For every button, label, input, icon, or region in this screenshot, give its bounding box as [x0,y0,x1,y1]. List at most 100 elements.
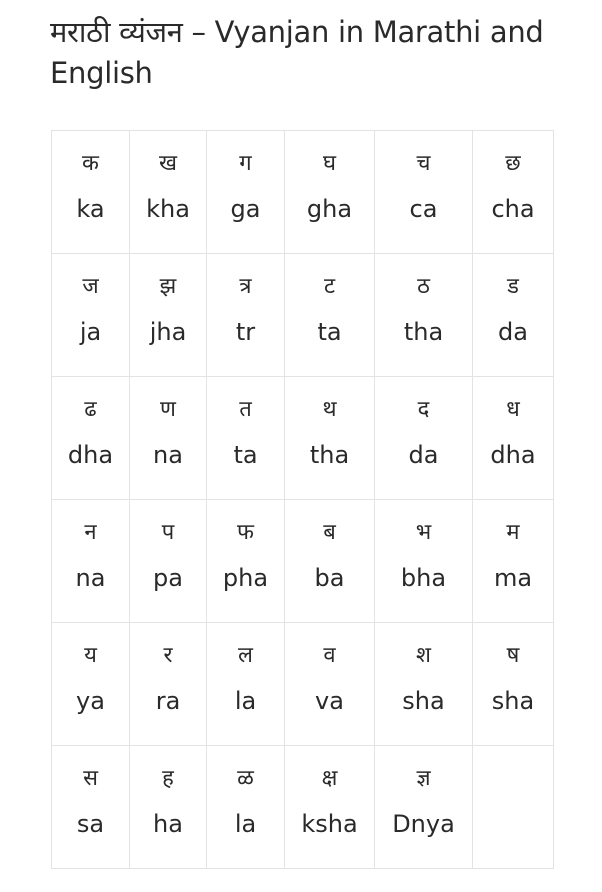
latin-transliteration: Dnya [392,810,455,838]
latin-transliteration: ka [76,195,105,223]
consonant-cell: क ka [51,130,130,254]
devanagari-letter: ग [239,151,252,176]
devanagari-letter: त [239,397,252,422]
consonant-cell: र ra [129,622,207,746]
latin-transliteration: ca [409,195,438,223]
consonant-cell: ड da [472,253,554,377]
consonant-cell: त ta [206,376,285,500]
latin-transliteration: sha [491,687,535,715]
latin-transliteration: jha [149,318,187,346]
latin-transliteration: bha [400,564,447,592]
devanagari-letter: ष [506,643,520,668]
latin-transliteration: la [234,810,257,838]
latin-transliteration: da [408,441,439,469]
consonant-table-body: क ka ख kha ग ga घ gha च ca छ cha ज ja झ jha त्र t… [51,130,554,869]
latin-transliteration: ga [230,195,261,223]
devanagari-letter: र [163,643,173,668]
consonant-cell: ग ga [206,130,285,254]
consonant-cell: क्ष ksha [284,745,375,869]
consonant-cell: व va [284,622,375,746]
devanagari-letter: ख [159,151,177,176]
devanagari-letter: ठ [417,274,430,299]
consonant-cell: ण na [129,376,207,500]
latin-transliteration: dha [67,441,114,469]
latin-transliteration: ta [233,441,258,469]
consonant-cell: ठ tha [374,253,473,377]
devanagari-letter: ज [82,274,99,299]
devanagari-letter: ह [162,766,174,791]
consonant-cell: थ tha [284,376,375,500]
devanagari-letter: य [84,643,97,668]
latin-transliteration: dha [490,441,536,469]
consonant-cell: ध dha [472,376,554,500]
consonant-cell: फ pha [206,499,285,623]
devanagari-letter: ल [238,643,253,668]
latin-transliteration: sa [76,810,105,838]
devanagari-letter: घ [322,151,336,176]
consonant-cell: घ gha [284,130,375,254]
consonant-cell: द da [374,376,473,500]
table-row: ज ja झ jha त्र tr ट ta ठ tha ड da [51,253,554,377]
latin-transliteration: ksha [301,810,358,838]
latin-transliteration: ja [79,318,102,346]
consonant-cell: छ cha [472,130,554,254]
latin-transliteration: na [153,441,183,469]
consonant-cell: न na [51,499,130,623]
devanagari-letter: प [161,520,175,545]
latin-transliteration: gha [306,195,353,223]
empty-cell [472,745,554,869]
devanagari-letter: श [416,643,431,668]
latin-transliteration: kha [146,195,190,223]
latin-transliteration: la [234,687,257,715]
latin-transliteration: tha [309,441,350,469]
latin-transliteration: ba [314,564,345,592]
consonant-cell: भ bha [374,499,473,623]
devanagari-letter: ब [323,520,336,545]
consonant-cell: ष sha [472,622,554,746]
table-row: न na प pa फ pha ब ba भ bha म ma [51,499,554,623]
table-row: ढ dha ण na त ta थ tha द da ध dha [51,376,554,500]
devanagari-letter: न [84,520,97,545]
table-row: स sa ह ha ळ la क्ष ksha ज्ञ Dnya [51,745,554,869]
consonant-cell: म ma [472,499,554,623]
devanagari-letter: ळ [237,766,254,791]
latin-transliteration: tha [403,318,444,346]
devanagari-letter: क्ष [321,766,338,791]
consonant-cell: ल la [206,622,285,746]
latin-transliteration: ha [153,810,183,838]
consonant-cell: स sa [51,745,130,869]
consonant-cell: ब ba [284,499,375,623]
devanagari-letter: द [417,397,430,422]
devanagari-letter: ध [506,397,520,422]
latin-transliteration: ya [76,687,105,715]
latin-transliteration: ma [493,564,533,592]
devanagari-letter: ण [160,397,176,422]
devanagari-letter: व [323,643,336,668]
devanagari-letter: ड [507,274,519,299]
latin-transliteration: da [498,318,528,346]
devanagari-letter: ज्ञ [416,766,431,791]
devanagari-letter: त्र [239,274,252,299]
latin-transliteration: pha [222,564,269,592]
devanagari-letter: ट [323,274,336,299]
consonant-cell: त्र tr [206,253,285,377]
consonant-cell: ट ta [284,253,375,377]
consonant-cell: श sha [374,622,473,746]
consonant-cell: च ca [374,130,473,254]
consonant-cell: ळ la [206,745,285,869]
consonant-cell: ज ja [51,253,130,377]
page-title: मराठी व्यंजन – Vyanjan in Marathi and En… [50,15,544,90]
devanagari-letter: क [82,151,99,176]
table-row: क ka ख kha ग ga घ gha च ca छ cha [51,130,554,254]
latin-transliteration: pa [153,564,183,592]
latin-transliteration: ra [155,687,181,715]
consonant-cell: य ya [51,622,130,746]
devanagari-letter: स [83,766,98,791]
latin-transliteration: va [315,687,344,715]
latin-transliteration: tr [235,318,256,346]
consonant-cell: ह ha [129,745,207,869]
devanagari-letter: भ [415,520,432,545]
consonant-table: क ka ख kha ग ga घ gha च ca छ cha ज ja झ jha त्र t… [51,130,554,869]
consonant-cell: प pa [129,499,207,623]
consonant-cell: ख kha [129,130,207,254]
